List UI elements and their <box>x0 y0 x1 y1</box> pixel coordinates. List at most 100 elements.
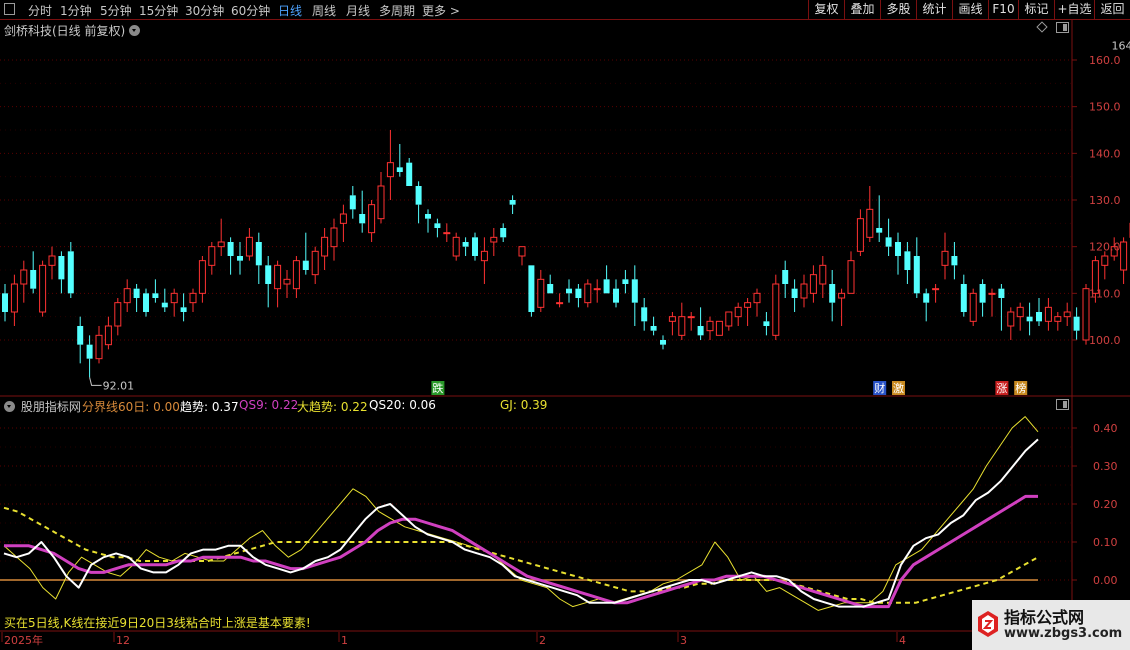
candle-body-down <box>979 284 986 303</box>
candle-body-down <box>396 167 403 172</box>
candle-body-down <box>1073 316 1080 331</box>
candle <box>819 256 827 298</box>
candle <box>245 228 253 261</box>
candle-body-down <box>547 284 554 294</box>
candle <box>753 288 761 317</box>
candle-body-down <box>829 284 836 303</box>
candle <box>763 312 770 336</box>
candle <box>650 316 657 336</box>
candle <box>104 316 112 350</box>
candle <box>330 218 338 261</box>
candle <box>123 279 131 312</box>
high-price-label: 164.30 <box>1112 39 1130 52</box>
candle-body-down <box>302 260 309 270</box>
candle-body-up <box>537 278 545 308</box>
candle-body-down <box>951 256 958 266</box>
candle <box>161 288 168 312</box>
candle <box>198 256 206 303</box>
candle-body-up <box>274 264 282 290</box>
candle-body-down <box>67 251 74 294</box>
candle <box>791 279 798 312</box>
candle-body-down <box>86 344 93 359</box>
candle-body-up <box>866 208 874 238</box>
candle-body-down <box>913 256 920 294</box>
candle-body-up <box>1101 255 1109 266</box>
candle-body-down <box>462 242 469 247</box>
candle <box>58 251 65 294</box>
candle <box>208 242 216 275</box>
candle-body-up <box>104 325 112 346</box>
candle-body-down <box>631 279 638 303</box>
candle-body-up <box>941 250 949 266</box>
candle <box>86 335 93 378</box>
candle-body-down <box>566 288 572 294</box>
stock-chart[interactable]: 160.0 150.0 140.0 130.0 120.0 110.0 100.0 164.… <box>0 0 1130 650</box>
candle <box>951 242 958 280</box>
indicator-lines <box>0 416 1039 611</box>
candle <box>622 270 629 294</box>
candle <box>302 232 309 275</box>
candle <box>368 200 376 242</box>
candle-body-up <box>847 260 855 294</box>
candle-body-up <box>1007 311 1015 327</box>
candle <box>480 237 488 284</box>
candle-body-down <box>500 228 507 238</box>
candle <box>603 265 610 294</box>
date-tick-label: 2025年 <box>4 633 43 647</box>
candle-body-up <box>377 185 385 220</box>
event-markers: 跌 财激 涨榜 <box>431 381 1028 395</box>
qs9-line <box>4 494 1038 609</box>
candle-body-down <box>660 340 666 345</box>
candle <box>274 260 282 308</box>
candle <box>349 186 356 219</box>
candle-body-up <box>311 250 319 276</box>
candle <box>311 246 319 284</box>
candle-body-down <box>622 279 629 284</box>
candle-body-down <box>152 293 159 298</box>
candle-body-up <box>283 278 291 285</box>
candle <box>1054 312 1062 331</box>
candle <box>265 256 272 308</box>
candle-body-up <box>208 246 216 266</box>
candle <box>114 298 122 336</box>
indicator-tick-label: 0.10 <box>1093 536 1118 549</box>
chart-frame <box>0 20 1130 632</box>
candle <box>518 246 526 266</box>
candlestick-series <box>2 130 1130 378</box>
candle-body-up <box>819 264 827 285</box>
price-tick-label: 120.0 <box>1089 241 1121 254</box>
candle-body-up <box>856 218 864 252</box>
site-watermark: 指标公式网 www.zbgs3.com <box>972 600 1130 650</box>
candle <box>1007 307 1015 340</box>
candle <box>217 218 225 256</box>
candle-body-down <box>434 223 441 228</box>
indicator-tick-label: 0.40 <box>1093 422 1118 435</box>
candle-body-up <box>932 288 940 291</box>
date-tick-label: 3 <box>680 634 687 647</box>
candle <box>1073 307 1080 340</box>
candle <box>1044 298 1052 331</box>
candle <box>593 279 601 303</box>
candle <box>856 209 864 256</box>
candle-body-up <box>10 283 18 313</box>
candle-body-down <box>650 326 657 331</box>
candle-body-up <box>443 232 451 235</box>
price-tick-label: 140.0 <box>1089 147 1121 160</box>
candle-body-up <box>772 283 780 336</box>
candle-body-up <box>1120 241 1128 271</box>
candle-body-up <box>988 292 996 295</box>
candle <box>772 274 780 340</box>
candle <box>547 274 554 294</box>
candle-body-up <box>330 227 338 248</box>
price-tick-label: 160.0 <box>1089 54 1121 67</box>
price-tick-label: 150.0 <box>1089 101 1121 114</box>
candle <box>396 144 403 177</box>
candle-body-up <box>95 334 103 360</box>
candle <box>67 242 74 298</box>
candle-body-up <box>744 302 752 308</box>
candle <box>359 190 366 233</box>
candle <box>725 311 733 331</box>
candle-body-up <box>1016 306 1024 318</box>
candle-body-up <box>490 236 498 243</box>
candle <box>1063 302 1071 326</box>
